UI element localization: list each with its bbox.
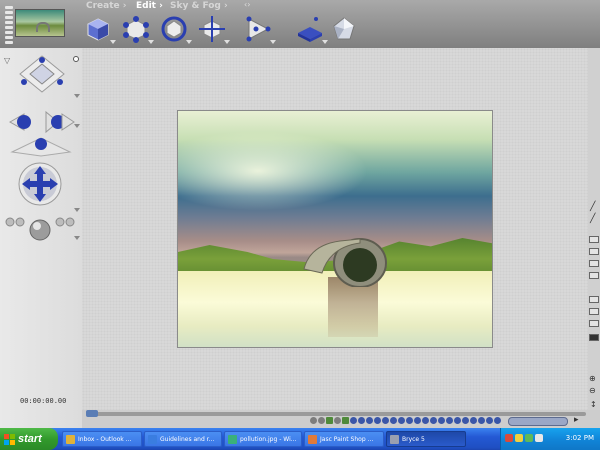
move-arrows-icon	[18, 162, 62, 206]
reposition-tool[interactable]	[198, 14, 230, 44]
zoom-in-icon[interactable]: ⊕	[589, 374, 596, 383]
tab-edit[interactable]: Edit ›	[136, 1, 163, 11]
timeline-scrubber-track[interactable]	[86, 412, 586, 416]
camera-options-arrow-icon[interactable]	[74, 94, 80, 98]
timeline-scrubber-knob[interactable]	[86, 410, 98, 417]
taskbar-item-label: Jasc Paint Shop ...	[320, 435, 374, 443]
camera-control-palette: ▽	[0, 48, 82, 428]
tab-create-label: Create	[86, 1, 120, 11]
tray-volume-icon[interactable]	[535, 434, 543, 442]
pencil-icon[interactable]: ╱	[590, 214, 595, 224]
outlook-icon	[66, 434, 75, 444]
palette-collapse-icon[interactable]: ‹›	[244, 0, 250, 9]
fly-around-control[interactable]	[8, 132, 74, 158]
view-mode-5-icon[interactable]	[589, 296, 599, 303]
resize-tool-icon	[123, 16, 149, 43]
panel-arrow-left-icon[interactable]: ▽	[4, 56, 10, 65]
rotate-tool-icon	[161, 16, 187, 42]
taskbar-item-paint-shop[interactable]: Jasc Paint Shop ...	[304, 431, 384, 447]
animation-timeline-bar: ▸	[82, 410, 600, 428]
nano-preview-thumbnail[interactable]	[15, 9, 65, 37]
bryce-icon	[390, 434, 399, 444]
windows-flag-icon	[4, 433, 15, 445]
crystal-object-tool[interactable]	[330, 14, 358, 44]
animation-time-readout: 00:00:00.00	[20, 397, 67, 405]
display-mode-toolbar: ╱ ╱ ⊕ ⊖ ↕	[588, 48, 600, 428]
rotate-tool[interactable]	[160, 14, 192, 44]
view-mode-6-icon[interactable]	[589, 308, 599, 315]
system-tray: 3:02 PM	[500, 428, 600, 450]
fly-around-icon	[10, 137, 72, 157]
palette-grip[interactable]	[5, 6, 13, 46]
taskbar-item-label: Guidelines and r...	[160, 435, 215, 443]
taskbar-item-outlook[interactable]: Inbox - Outlook ...	[62, 431, 142, 447]
randomize-tool[interactable]	[296, 14, 328, 44]
selection-palette[interactable]	[310, 417, 501, 427]
camera-cross-control[interactable]	[16, 52, 68, 96]
browser-icon	[148, 434, 157, 444]
zoom-out-icon[interactable]: ⊖	[589, 386, 596, 395]
view-mode-7-icon[interactable]	[589, 320, 599, 327]
bryce-top-toolbar: Create › Edit › Sky & Fog › ‹›	[0, 0, 600, 48]
pan-icon[interactable]: ↕	[590, 400, 597, 409]
windows-taskbar: start Inbox - Outlook ... Guidelines and…	[0, 428, 600, 450]
view-mode-8-icon[interactable]	[589, 334, 599, 341]
tray-antivirus-icon[interactable]	[505, 434, 513, 442]
tab-sky-fog[interactable]: Sky & Fog ›	[170, 1, 228, 11]
material-cube-icon	[87, 18, 109, 41]
taskbar-item-pollution[interactable]: pollution.jpg - Wi...	[224, 431, 302, 447]
brush-icon[interactable]: ╱	[590, 202, 595, 212]
crystal-object-icon	[333, 17, 355, 40]
taskbar-item-label: pollution.jpg - Wi...	[240, 435, 297, 443]
view-mode-4-icon[interactable]	[589, 272, 599, 279]
panel-close-icon[interactable]	[73, 56, 79, 62]
camera-cross-icon	[19, 55, 65, 93]
memory-dots-icon[interactable]: ▸	[574, 415, 579, 425]
start-label: start	[18, 433, 42, 445]
tunnel-pipe-object	[303, 238, 387, 287]
align-tool-icon	[246, 16, 271, 42]
camera-zoom-control[interactable]	[4, 212, 78, 242]
taskbar-item-bryce[interactable]: Bryce 5	[386, 431, 466, 447]
sky-glow	[178, 131, 368, 211]
taskbar-item-label: Bryce 5	[402, 435, 425, 443]
view-mode-2-icon[interactable]	[589, 248, 599, 255]
tab-edit-label: Edit	[136, 1, 156, 11]
reposition-tool-icon	[199, 16, 225, 42]
taskbar-clock[interactable]: 3:02 PM	[566, 434, 594, 442]
view-mode-1-icon[interactable]	[589, 236, 599, 243]
align-tool[interactable]	[244, 14, 276, 44]
taskbar-item-guidelines[interactable]: Guidelines and r...	[144, 431, 222, 447]
start-button[interactable]: start	[0, 428, 58, 450]
camera-move-pad[interactable]	[16, 162, 64, 206]
tray-network-icon[interactable]	[515, 434, 523, 442]
render-preview[interactable]	[177, 110, 493, 348]
zoom-options-arrow-icon[interactable]	[74, 236, 80, 240]
tray-security-icon[interactable]	[525, 434, 533, 442]
tab-sky-fog-label: Sky & Fog	[170, 1, 221, 11]
paint-shop-icon	[308, 434, 317, 444]
trackball-options-arrow-icon[interactable]	[74, 124, 80, 128]
view-mode-3-icon[interactable]	[589, 260, 599, 267]
image-viewer-icon	[228, 434, 237, 444]
resize-tool[interactable]	[122, 14, 154, 44]
randomize-tool-icon	[298, 17, 322, 42]
tab-create[interactable]: Create ›	[86, 1, 126, 11]
zoom-spheres-icon	[5, 217, 75, 241]
material-cube-tool[interactable]	[84, 14, 116, 44]
playback-controls[interactable]	[508, 417, 568, 426]
taskbar-item-label: Inbox - Outlook ...	[78, 435, 132, 443]
